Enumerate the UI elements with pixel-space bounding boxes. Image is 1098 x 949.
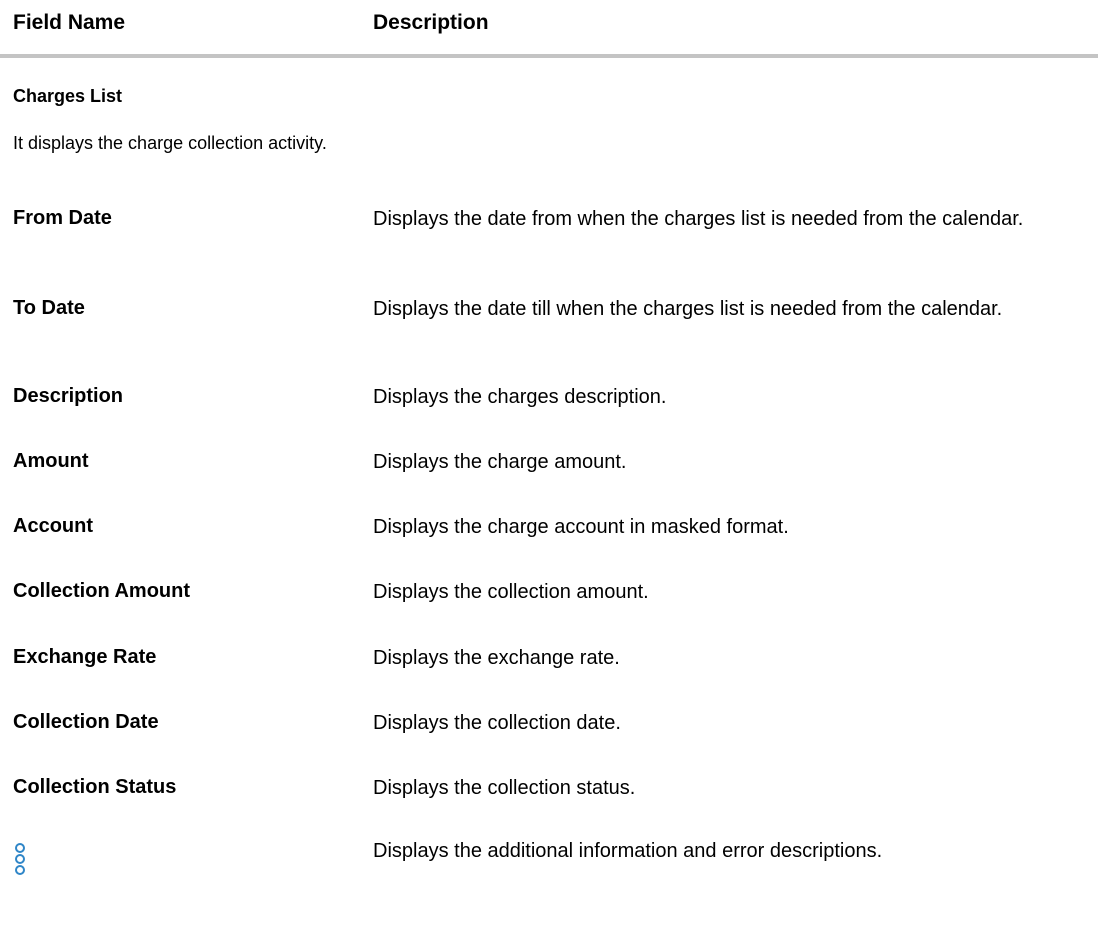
field-name: Collection Date [13, 711, 159, 733]
icon-dot [15, 865, 25, 875]
field-name: Exchange Rate [13, 646, 157, 668]
field-description: Displays the charge amount. [373, 451, 627, 473]
section-description: It displays the charge collection activi… [13, 133, 327, 153]
field-description: Displays the collection amount. [373, 581, 649, 603]
field-name: Collection Status [13, 776, 177, 798]
field-description: Displays the charge account in masked fo… [373, 516, 789, 538]
field-description: Displays the collection date. [373, 712, 621, 734]
field-name: To Date [13, 297, 85, 319]
more-options-vertical-dots-icon [13, 841, 27, 879]
field-name: Description [13, 385, 124, 407]
field-description: Displays the date till when the charges … [373, 298, 1003, 320]
document-page: Field Name Description Charges List It d… [0, 0, 1098, 949]
field-name: From Date [13, 207, 112, 229]
field-name: Collection Amount [13, 580, 191, 602]
column-header-description: Description [373, 11, 489, 34]
field-name: Account [13, 515, 93, 537]
field-description: Displays the charges description. [373, 386, 667, 408]
column-header-field-name: Field Name [13, 11, 126, 34]
section-title: Charges List [13, 86, 123, 106]
header-divider [0, 54, 1098, 58]
icon-dot [15, 854, 25, 864]
field-description: Displays the collection status. [373, 777, 636, 799]
icon-dot [15, 843, 25, 853]
table-header: Field Name Description [0, 0, 1098, 58]
field-description: Displays the exchange rate. [373, 647, 620, 669]
field-description: Displays the date from when the charges … [373, 208, 1024, 230]
field-description: Displays the additional information and … [373, 840, 883, 862]
field-name: Amount [13, 450, 89, 472]
